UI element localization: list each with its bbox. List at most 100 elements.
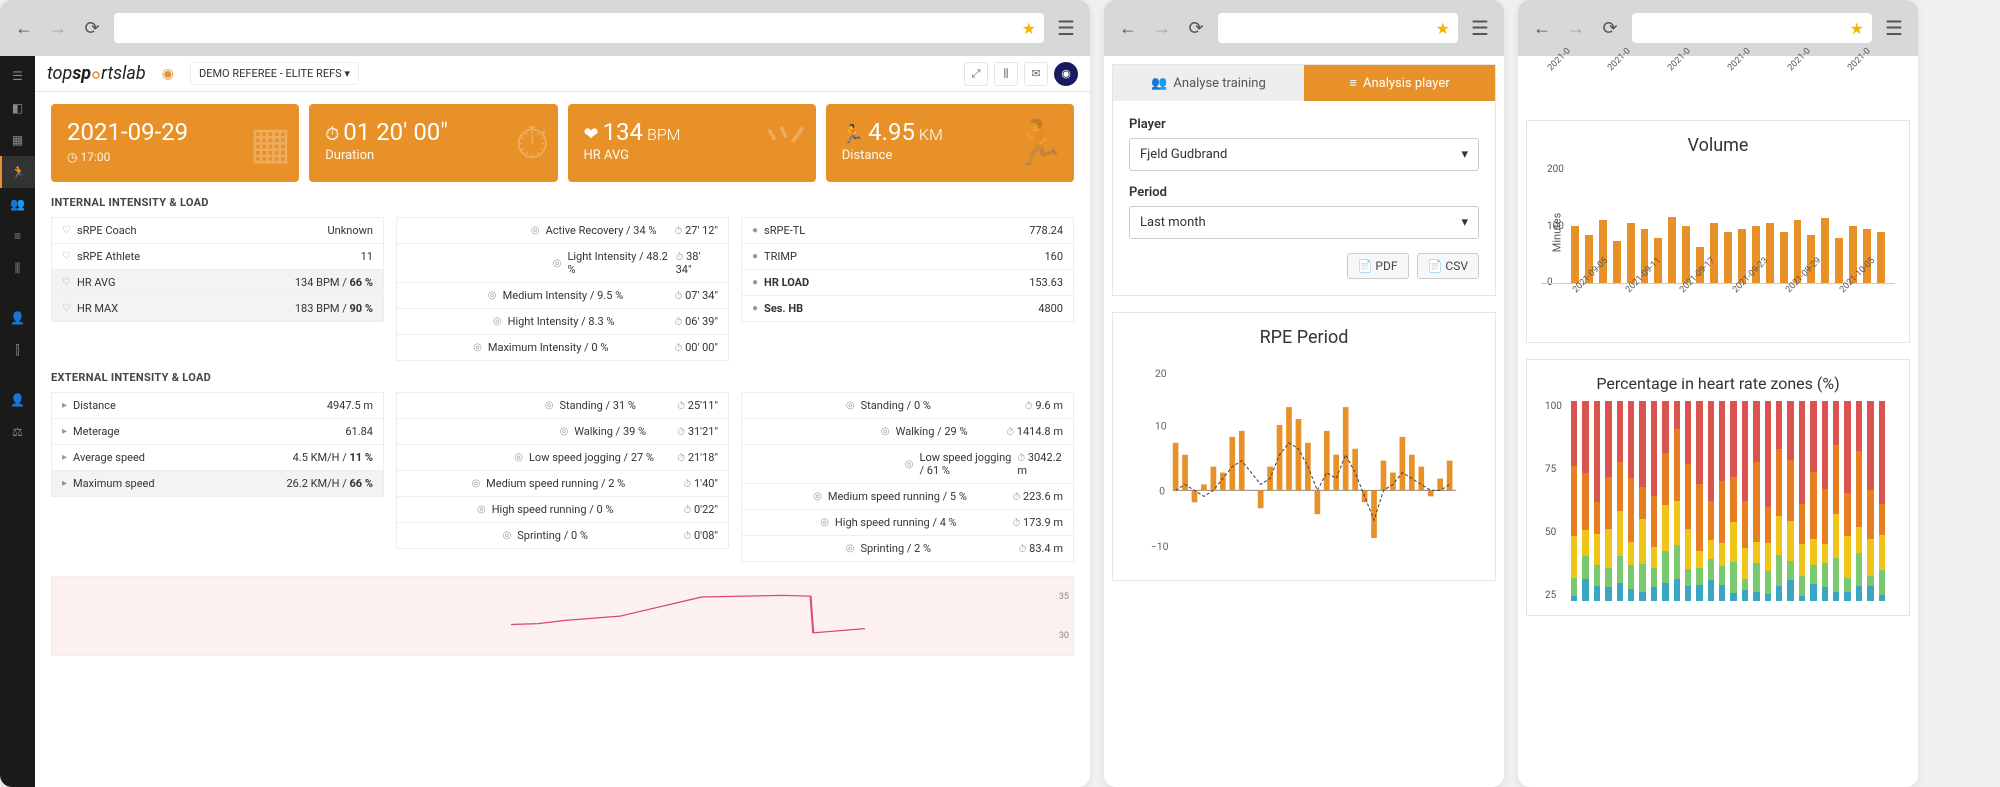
sb-item-balance[interactable]: ⚖ bbox=[0, 416, 35, 448]
sb-item-users[interactable]: 👤 bbox=[0, 302, 35, 334]
external-col1: ▸Distance4947.5 m▸Meterage61.84▸Average … bbox=[51, 392, 384, 562]
external-col3: ◎Standing / 0 %⏱ 9.6 m◎Walking / 29 %⏱ 1… bbox=[741, 392, 1074, 562]
period-select[interactable]: Last month▾ bbox=[1129, 206, 1479, 239]
window-main: ← → ⟳ ★ ☰ ☰ ◧ ▦ 🏃 👥 ≡ ⫼ 👤 ⫿ 👤 ⚖ topsprts… bbox=[0, 0, 1090, 787]
back-icon[interactable]: ← bbox=[1530, 16, 1554, 40]
hr-chart: 3530 bbox=[51, 576, 1074, 656]
reload-icon[interactable]: ⟳ bbox=[80, 16, 104, 40]
back-icon[interactable]: ← bbox=[1116, 16, 1140, 40]
tab-analyse-training[interactable]: 👥 Analyse training bbox=[1113, 65, 1304, 101]
url-bar[interactable]: ★ bbox=[114, 13, 1044, 43]
export-csv-button[interactable]: 📄 CSV bbox=[1417, 253, 1480, 279]
player-select[interactable]: Fjeld Gudbrand▾ bbox=[1129, 138, 1479, 171]
stopwatch-icon: ⏱ bbox=[515, 117, 549, 169]
metric-row: ▸Maximum speed26.2 KM/H / 66 % bbox=[51, 471, 384, 497]
tab-analysis-player[interactable]: ≡ Analysis player bbox=[1304, 65, 1495, 101]
user-avatar-icon[interactable]: ◉ bbox=[1054, 62, 1078, 86]
metric-row: ◎Walking / 29 %⏱ 1414.8 m bbox=[741, 419, 1074, 445]
hr-zone-bar bbox=[1651, 401, 1657, 601]
hr-zone-bar bbox=[1685, 401, 1691, 601]
metric-row: ▸Distance4947.5 m bbox=[51, 392, 384, 419]
volume-bar bbox=[1571, 226, 1579, 283]
metric-row: ◎Sprinting / 0 %⏱ 0'08" bbox=[396, 523, 729, 549]
hamburger-icon[interactable]: ☰ bbox=[1468, 16, 1492, 40]
star-icon[interactable]: ★ bbox=[1850, 19, 1864, 38]
browser-bar-2: ← → ⟳ ★ ☰ bbox=[1104, 0, 1504, 56]
sb-item-team[interactable]: 👥 bbox=[0, 188, 35, 220]
hr-zone-bar bbox=[1765, 401, 1771, 601]
metric-row: ◎Walking / 39 %⏱ 31'21" bbox=[396, 419, 729, 445]
hr-zone-bar bbox=[1582, 401, 1588, 601]
hr-zone-bar bbox=[1662, 401, 1668, 601]
window-charts: ← → ⟳ ★ ☰ 2021-02021-02021-02021-02021-0… bbox=[1518, 0, 1918, 787]
hr-zone-bar bbox=[1753, 401, 1759, 601]
section-internal: INTERNAL INTENSITY & LOAD bbox=[51, 196, 1074, 209]
volume-chart-card: Volume 2001000 Minutes 2021-09-052021-09… bbox=[1526, 120, 1910, 343]
hr-zone-bar bbox=[1594, 401, 1600, 601]
hr-zone-bar bbox=[1833, 401, 1839, 601]
metric-row: ♡sRPE CoachUnknown bbox=[51, 217, 384, 244]
sb-item-list[interactable]: ≡ bbox=[0, 220, 35, 252]
forward-icon[interactable]: → bbox=[46, 16, 70, 40]
sb-item-bars[interactable]: ⫼ bbox=[0, 252, 35, 284]
hr-zone-bar bbox=[1822, 401, 1828, 601]
hr-zone-bar bbox=[1730, 401, 1736, 601]
sb-item-calendar[interactable]: ▦ bbox=[0, 124, 35, 156]
star-icon[interactable]: ★ bbox=[1436, 19, 1450, 38]
svg-text:20: 20 bbox=[1155, 367, 1167, 380]
metric-row: ◎Maximum Intensity / 0 %⏱ 00' 00" bbox=[396, 335, 729, 361]
rpe-chart-card: RPE Period 20100−10 bbox=[1112, 312, 1496, 581]
reload-icon[interactable]: ⟳ bbox=[1598, 16, 1622, 40]
forward-icon[interactable]: → bbox=[1150, 16, 1174, 40]
browser-bar: ← → ⟳ ★ ☰ bbox=[0, 0, 1090, 56]
hamburger-icon[interactable]: ☰ bbox=[1054, 16, 1078, 40]
internal-col1: ♡sRPE CoachUnknown♡sRPE Athlete11♡HR AVG… bbox=[51, 217, 384, 361]
runner-icon: 🏃 bbox=[1011, 117, 1066, 169]
signal-icon[interactable]: ⫼ bbox=[994, 62, 1018, 86]
sb-item-profile[interactable]: 👤 bbox=[0, 384, 35, 416]
metric-row: ♡sRPE Athlete11 bbox=[51, 244, 384, 270]
metric-row: ●Ses. HB4800 bbox=[741, 296, 1074, 322]
hr-zone-bar bbox=[1571, 401, 1577, 601]
svg-text:10: 10 bbox=[1155, 420, 1167, 433]
hr-zone-bar bbox=[1867, 401, 1873, 601]
section-external: EXTERNAL INTENSITY & LOAD bbox=[51, 371, 1074, 384]
hr-zone-bar bbox=[1844, 401, 1850, 601]
star-icon[interactable]: ★ bbox=[1022, 19, 1036, 38]
metric-row: ♡HR MAX183 BPM / 90 % bbox=[51, 296, 384, 322]
card-hr: ❤ 134 BPM HR AVG ⺍ bbox=[568, 104, 816, 182]
export-pdf-button[interactable]: 📄 PDF bbox=[1347, 253, 1409, 279]
metric-row: ●sRPE-TL778.24 bbox=[741, 217, 1074, 244]
sidebar: ☰ ◧ ▦ 🏃 👥 ≡ ⫼ 👤 ⫿ 👤 ⚖ bbox=[0, 56, 35, 787]
metric-row: ◎Low speed jogging / 27 %⏱ 21'18" bbox=[396, 445, 729, 471]
metric-row: ◎Medium speed running / 5 %⏱ 223.6 m bbox=[741, 484, 1074, 510]
back-icon[interactable]: ← bbox=[12, 16, 36, 40]
url-bar[interactable]: ★ bbox=[1218, 13, 1458, 43]
metric-row: ◎Low speed jogging / 61 %⏱ 3042.2 m bbox=[741, 445, 1074, 484]
external-col2: ◎Standing / 31 %⏱ 25'11"◎Walking / 39 %⏱… bbox=[396, 392, 729, 562]
metric-row: ▸Meterage61.84 bbox=[51, 419, 384, 445]
chevron-down-icon: ▾ bbox=[1461, 147, 1468, 162]
metric-row: ◎Hight Intensity / 8.3 %⏱ 06' 39" bbox=[396, 309, 729, 335]
sb-item-library[interactable]: ⫿ bbox=[0, 334, 35, 366]
hr-zone-bar bbox=[1856, 401, 1862, 601]
metric-row: ●HR LOAD153.63 bbox=[741, 270, 1074, 296]
metric-row: ◎Active Recovery / 34 %⏱ 27' 12" bbox=[396, 217, 729, 244]
card-date: 2021-09-29 ◷ 17:00 ▦ bbox=[51, 104, 299, 182]
sb-item-1[interactable]: ☰ bbox=[0, 60, 35, 92]
reload-icon[interactable]: ⟳ bbox=[1184, 16, 1208, 40]
referee-selector[interactable]: DEMO REFEREE - ELITE REFS ▾ bbox=[190, 62, 359, 85]
hr-zones-chart-card: Percentage in heart rate zones (%) 10075… bbox=[1526, 359, 1910, 616]
sb-item-activity[interactable]: 🏃 bbox=[0, 156, 35, 188]
hr-zone-bar bbox=[1674, 401, 1680, 601]
sb-item-dashboard[interactable]: ◧ bbox=[0, 92, 35, 124]
hr-zone-bar bbox=[1696, 401, 1702, 601]
internal-col2: ◎Active Recovery / 34 %⏱ 27' 12"◎Light I… bbox=[396, 217, 729, 361]
hr-zone-bar bbox=[1810, 401, 1816, 601]
hr-zone-bar bbox=[1742, 401, 1748, 601]
hr-zone-bar bbox=[1708, 401, 1714, 601]
svg-text:−10: −10 bbox=[1151, 540, 1169, 553]
mail-icon[interactable]: ✉ bbox=[1024, 62, 1048, 86]
hr-zone-bar bbox=[1719, 401, 1725, 601]
expand-icon[interactable]: ⤢ bbox=[964, 62, 988, 86]
